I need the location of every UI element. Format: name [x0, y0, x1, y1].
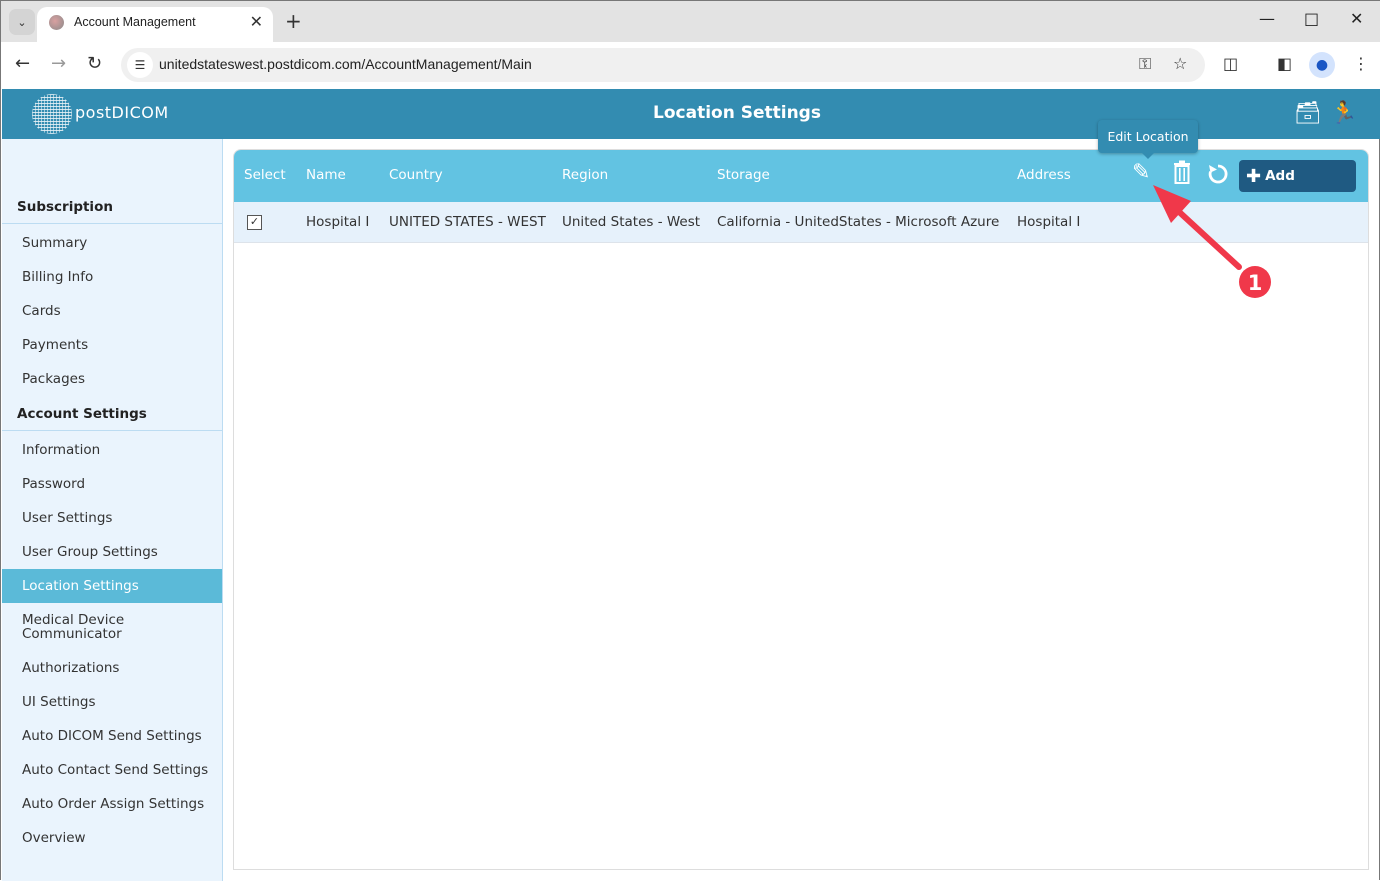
- browser-window: ⌄ Account Management ✕ + — □ ✕ ← → ↻ ☰ u…: [0, 0, 1380, 881]
- cell-storage: California - UnitedStates - Microsoft Az…: [717, 214, 1000, 230]
- star-icon[interactable]: ☆: [1173, 54, 1187, 73]
- arrow-right-icon[interactable]: →: [51, 53, 66, 74]
- sidebar-section-account-settings: Account Settings: [2, 397, 222, 431]
- column-header-name[interactable]: Name: [306, 167, 346, 183]
- sidebar-item-packages[interactable]: Packages: [2, 362, 222, 396]
- column-header-address[interactable]: Address: [1017, 167, 1071, 183]
- tune-icon[interactable]: ☰: [127, 52, 153, 78]
- tab-search-button[interactable]: ⌄: [9, 9, 35, 35]
- refresh-icon[interactable]: [1206, 162, 1230, 192]
- logout-icon[interactable]: 🏃: [1330, 101, 1357, 126]
- sidebar-item-auto-contact-send-settings[interactable]: Auto Contact Send Settings: [2, 753, 222, 787]
- column-header-storage[interactable]: Storage: [717, 167, 770, 183]
- trash-icon-svg: [1174, 160, 1190, 184]
- sidebar-item-information[interactable]: Information: [2, 433, 222, 467]
- address-bar[interactable]: ☰ unitedstateswest.postdicom.com/Account…: [121, 48, 1205, 82]
- add-location-button[interactable]: ✚Add Location: [1239, 160, 1356, 217]
- close-icon[interactable]: ✕: [250, 12, 263, 31]
- row-select-checkbox[interactable]: ✓: [247, 215, 262, 230]
- sidebar-item-auto-dicom-send-settings[interactable]: Auto DICOM Send Settings: [2, 719, 222, 753]
- sidebar-item-password[interactable]: Password: [2, 467, 222, 501]
- plus-icon[interactable]: +: [285, 9, 302, 33]
- plus-icon: ✚: [1246, 166, 1262, 187]
- sidebar-item-billing-info[interactable]: Billing Info: [2, 260, 222, 294]
- cell-name: Hospital I: [306, 214, 370, 230]
- table-row[interactable]: ✓ Hospital I UNITED STATES - WEST United…: [234, 202, 1368, 243]
- sidebar-item-location-settings[interactable]: Location Settings: [2, 569, 222, 603]
- location-grid: Select Name Country Region Storage Addre…: [233, 149, 1369, 870]
- cell-address: Hospital I: [1017, 214, 1081, 230]
- reload-icon[interactable]: ↻: [87, 53, 102, 74]
- sidebar-item-medical-device-communicator[interactable]: Medical Device Communicator: [2, 603, 222, 651]
- sidebar-item-authorizations[interactable]: Authorizations: [2, 651, 222, 685]
- chevron-down-icon: ⌄: [17, 15, 27, 29]
- tab-title: Account Management: [74, 15, 196, 29]
- minimize-icon[interactable]: —: [1259, 9, 1275, 28]
- close-window-icon[interactable]: ✕: [1350, 9, 1363, 28]
- side-panel-icon[interactable]: ◧: [1277, 54, 1292, 73]
- url-text[interactable]: unitedstateswest.postdicom.com/AccountMa…: [159, 56, 532, 72]
- sidebar: Subscription Summary Billing Info Cards …: [2, 139, 223, 881]
- maximize-icon[interactable]: □: [1304, 9, 1319, 28]
- browser-tab[interactable]: Account Management ✕: [37, 7, 273, 42]
- tab-strip: ⌄ Account Management ✕ + — □ ✕: [1, 1, 1380, 42]
- sidebar-item-payments[interactable]: Payments: [2, 328, 222, 362]
- sidebar-section-subscription: Subscription: [2, 190, 222, 224]
- sidebar-item-cards[interactable]: Cards: [2, 294, 222, 328]
- favicon-icon: [49, 15, 64, 30]
- column-header-region[interactable]: Region: [562, 167, 608, 183]
- cell-country: UNITED STATES - WEST: [389, 214, 546, 230]
- browser-toolbar: ← → ↻ ☰ unitedstateswest.postdicom.com/A…: [1, 42, 1380, 89]
- edit-location-tooltip: Edit Location: [1098, 120, 1198, 159]
- sidebar-item-ui-settings[interactable]: UI Settings: [2, 685, 222, 719]
- key-icon[interactable]: ⚿: [1139, 54, 1151, 74]
- sidebar-item-user-group-settings[interactable]: User Group Settings: [2, 535, 222, 569]
- sidebar-item-overview[interactable]: Overview: [2, 821, 222, 855]
- refresh-icon-svg: [1208, 164, 1228, 184]
- arrow-left-icon[interactable]: ←: [15, 53, 30, 74]
- cards-icon[interactable]: 🗃: [1294, 101, 1322, 126]
- cell-region: United States - West: [562, 214, 701, 230]
- pencil-icon[interactable]: ✎: [1132, 160, 1150, 185]
- puzzle-icon[interactable]: ◫: [1223, 54, 1238, 73]
- column-header-country[interactable]: Country: [389, 167, 443, 183]
- sidebar-item-summary[interactable]: Summary: [2, 226, 222, 260]
- more-vertical-icon[interactable]: ⋮: [1353, 54, 1369, 73]
- column-header-select[interactable]: Select: [244, 167, 286, 183]
- sidebar-item-auto-order-assign-settings[interactable]: Auto Order Assign Settings: [2, 787, 222, 821]
- trash-icon[interactable]: [1172, 160, 1192, 190]
- person-icon[interactable]: ●: [1309, 52, 1335, 78]
- grid-header: Select Name Country Region Storage Addre…: [234, 150, 1368, 217]
- sidebar-item-user-settings[interactable]: User Settings: [2, 501, 222, 535]
